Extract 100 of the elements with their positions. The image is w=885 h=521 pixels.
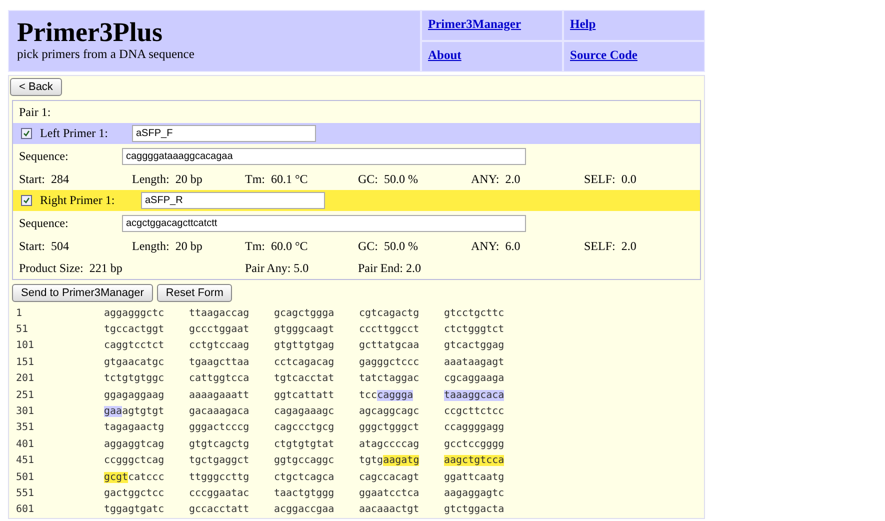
sequence-text: ggagaggaag	[104, 390, 166, 401]
primer-stat: Tm: 60.0 °C	[245, 238, 309, 254]
sequence-text: cagccacagt	[359, 472, 420, 483]
primer-stat: GC: 50.0 %	[358, 172, 419, 186]
sequence-text: aggaggtcag	[104, 438, 166, 450]
sequence-text: tggagtgatc	[104, 504, 166, 516]
primer-stat: SELF: 0.0	[584, 172, 638, 186]
sequence-text: cctgtccaag	[189, 340, 250, 352]
sequence-text: tgaagcttaa	[189, 356, 250, 368]
sequence-text: caggtcctct	[104, 340, 166, 352]
sequence-text: tctgtgtggc	[104, 373, 166, 384]
sequence-label: Sequence:	[19, 148, 70, 164]
primer-highlight: aagctgtcca	[444, 455, 504, 466]
sequence-text: gtgggcaagt	[274, 324, 336, 336]
sequence-text: ctgctcagca	[274, 472, 336, 483]
sequence-text: ttgggccttg	[189, 472, 250, 483]
pair-stat: Pair Any: 5.0	[245, 260, 310, 276]
nav-link[interactable]: Help	[564, 11, 704, 40]
primer-highlight: aagatg	[383, 455, 420, 466]
sequence-text: aagaggagtc	[444, 488, 506, 499]
position-number: 601	[16, 504, 36, 516]
primer-highlight: gaa	[104, 406, 122, 418]
primer-stat: ANY: 2.0	[471, 172, 522, 186]
sequence-text: tgccactggt	[104, 324, 166, 336]
sequence-text: tagagaactg	[104, 422, 166, 434]
position-number: 551	[16, 488, 36, 499]
sequence-text: ggattcaatg	[444, 472, 506, 483]
nav-link[interactable]: Source Code	[564, 42, 704, 71]
sequence-text: gtcactggag	[444, 340, 506, 352]
primer-stat: Tm: 60.1 °C	[245, 172, 309, 186]
sequence-text: ttaagaccag	[189, 308, 250, 319]
sequence-text: cgtcagactg	[359, 308, 420, 319]
primer-label: Right Primer 1:	[40, 193, 116, 208]
sequence-text: agtgtgt	[122, 406, 164, 418]
sequence-text: cgcaggaaga	[444, 373, 506, 384]
position-number: 201	[16, 373, 36, 384]
position-number: 51	[16, 324, 30, 336]
sequence-text: tgtcacctat	[274, 373, 336, 384]
pair-title: Pair 1:	[19, 104, 51, 120]
sequence-text: cccttggcct	[359, 324, 420, 336]
pair-stat: Pair End: 2.0	[358, 260, 422, 276]
sequence-text: ggtcattatt	[274, 390, 336, 401]
primer-name-field[interactable]: aSFP_F	[132, 125, 316, 142]
sequence-text: gtgttgtgag	[274, 340, 336, 352]
sequence-text: gggactcccg	[189, 422, 250, 434]
primer-stat: GC: 50.0 %	[358, 238, 419, 254]
sequence-text: ggaatcctca	[359, 488, 420, 499]
position-number: 451	[16, 455, 36, 466]
primer-stat: ANY: 6.0	[471, 238, 522, 254]
pair-stat: Product Size: 221 bp	[19, 260, 124, 276]
primer-highlight: caggga	[377, 390, 414, 401]
sequence-text: tgtg	[359, 455, 384, 466]
sequence-text: taactgtggg	[274, 488, 336, 499]
sequence-text: agcaggcagc	[359, 406, 420, 418]
sequence-text: ccaggggagg	[444, 422, 506, 434]
sequence-text: gggctgggct	[359, 422, 420, 434]
primer-sequence-field[interactable]: acgctggacagcttcatctt	[122, 214, 526, 232]
sequence-text: gtcctgcttc	[444, 308, 506, 319]
position-number: 401	[16, 438, 36, 450]
primer-stat: Length: 20 bp	[132, 172, 204, 186]
sequence-text: gactggctcc	[104, 488, 166, 499]
primer-stat: Length: 20 bp	[132, 238, 204, 254]
sequence-text: catccc	[128, 472, 164, 483]
sequence-text: ccgggctcag	[104, 455, 166, 466]
sequence-text: ctgtgtgtat	[274, 438, 336, 450]
sequence-text: gtgaacatgc	[104, 356, 166, 368]
primer-name-field[interactable]: aSFP_R	[141, 192, 325, 209]
sequence-text: tatctaggac	[359, 373, 420, 384]
primer-stat: Start: 284	[19, 172, 70, 186]
form-button[interactable]: Reset Form	[156, 284, 232, 302]
primer-stat: SELF: 2.0	[584, 238, 638, 254]
back-button[interactable]: < Back	[10, 78, 62, 96]
sequence-text: ctctgggtct	[444, 324, 506, 336]
sequence-text: aggagggctc	[104, 308, 166, 319]
position-number: 301	[16, 406, 36, 418]
position-number: 251	[16, 390, 36, 401]
sequence-text: aacaaactgt	[359, 504, 420, 516]
primer-highlight: taaaggcaca	[444, 390, 504, 401]
sequence-text: gacaaagaca	[189, 406, 250, 418]
sequence-text: cattggtcca	[189, 373, 250, 384]
sequence-text: cagagaaagc	[274, 406, 336, 418]
sequence-text: atagccccag	[359, 438, 420, 450]
position-number: 151	[16, 356, 36, 368]
nav-link[interactable]: Primer3Manager	[422, 11, 562, 40]
sequence-text: tgctgaggct	[189, 455, 250, 466]
nav-link[interactable]: About	[422, 42, 562, 71]
position-number: 1	[16, 308, 24, 319]
sequence-label: Sequence:	[19, 216, 70, 230]
app-subtitle: pick primers from a DNA sequence	[17, 47, 196, 62]
sequence-text: cagccctgcg	[274, 422, 336, 434]
checkbox[interactable]	[21, 195, 32, 206]
checkbox[interactable]	[21, 128, 32, 139]
app-title: Primer3Plus	[17, 17, 164, 47]
sequence-text: ccgcttctcc	[444, 406, 506, 418]
sequence-text: gccacctatt	[189, 504, 250, 516]
primer-stat: Start: 504	[19, 238, 70, 254]
form-button[interactable]: Send to Primer3Manager	[12, 284, 153, 302]
sequence-text: gcttatgcaa	[359, 340, 420, 352]
primer-sequence-field[interactable]: caggggataaaggcacagaa	[122, 148, 526, 164]
sequence-text: gcagctggga	[274, 308, 336, 319]
